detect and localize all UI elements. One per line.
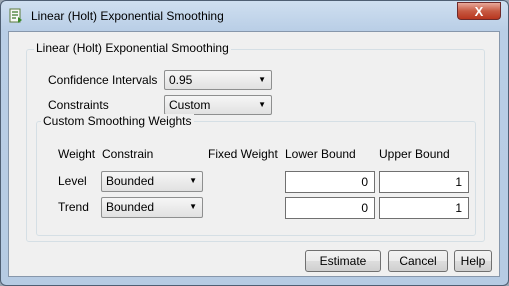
- level-constrain-value: Bounded: [106, 174, 155, 188]
- constraints-value: Custom: [169, 98, 211, 112]
- header-lower-bound: Lower Bound: [285, 147, 356, 161]
- chevron-down-icon: ▼: [258, 75, 266, 84]
- header-fixed-weight: Fixed Weight: [208, 147, 278, 161]
- constraints-select[interactable]: Custom ▼: [164, 95, 272, 115]
- custom-weights-title: Custom Smoothing Weights: [41, 114, 194, 128]
- chevron-down-icon: ▼: [189, 176, 197, 185]
- trend-upper-bound-input[interactable]: 1: [379, 197, 469, 219]
- confidence-intervals-value: 0.95: [169, 73, 193, 87]
- window-title: Linear (Holt) Exponential Smoothing: [31, 9, 224, 23]
- custom-weights-group: Custom Smoothing Weights Weight Constrai…: [36, 114, 476, 236]
- trend-constrain-select[interactable]: Bounded ▼: [101, 197, 203, 218]
- dialog-window: Linear (Holt) Exponential Smoothing X Li…: [0, 0, 509, 286]
- smoothing-group: Linear (Holt) Exponential Smoothing Conf…: [26, 41, 485, 242]
- header-weight: Weight: [58, 147, 96, 161]
- confidence-intervals-select[interactable]: 0.95 ▼: [164, 70, 272, 90]
- title-bar[interactable]: Linear (Holt) Exponential Smoothing X: [1, 1, 508, 31]
- row-level-label: Level: [58, 174, 87, 188]
- trend-constrain-value: Bounded: [106, 200, 155, 214]
- row-trend-label: Trend: [58, 200, 89, 214]
- help-button[interactable]: Help: [454, 250, 492, 272]
- level-upper-bound-input[interactable]: 1: [379, 171, 469, 193]
- level-lower-bound-input[interactable]: 0: [285, 171, 375, 193]
- trend-lower-bound-input[interactable]: 0: [285, 197, 375, 219]
- estimate-button[interactable]: Estimate: [305, 250, 381, 272]
- header-upper-bound: Upper Bound: [379, 147, 450, 161]
- level-constrain-select[interactable]: Bounded ▼: [101, 171, 203, 192]
- dialog-body: Linear (Holt) Exponential Smoothing Conf…: [8, 31, 500, 277]
- cancel-button[interactable]: Cancel: [388, 250, 448, 272]
- chevron-down-icon: ▼: [258, 100, 266, 109]
- chevron-down-icon: ▼: [189, 202, 197, 211]
- group-title: Linear (Holt) Exponential Smoothing: [34, 41, 231, 55]
- header-constrain: Constrain: [102, 147, 154, 161]
- confidence-intervals-label: Confidence Intervals: [48, 73, 158, 87]
- close-button[interactable]: X: [457, 2, 501, 20]
- constraints-label: Constraints: [48, 98, 109, 112]
- app-icon: [8, 8, 24, 24]
